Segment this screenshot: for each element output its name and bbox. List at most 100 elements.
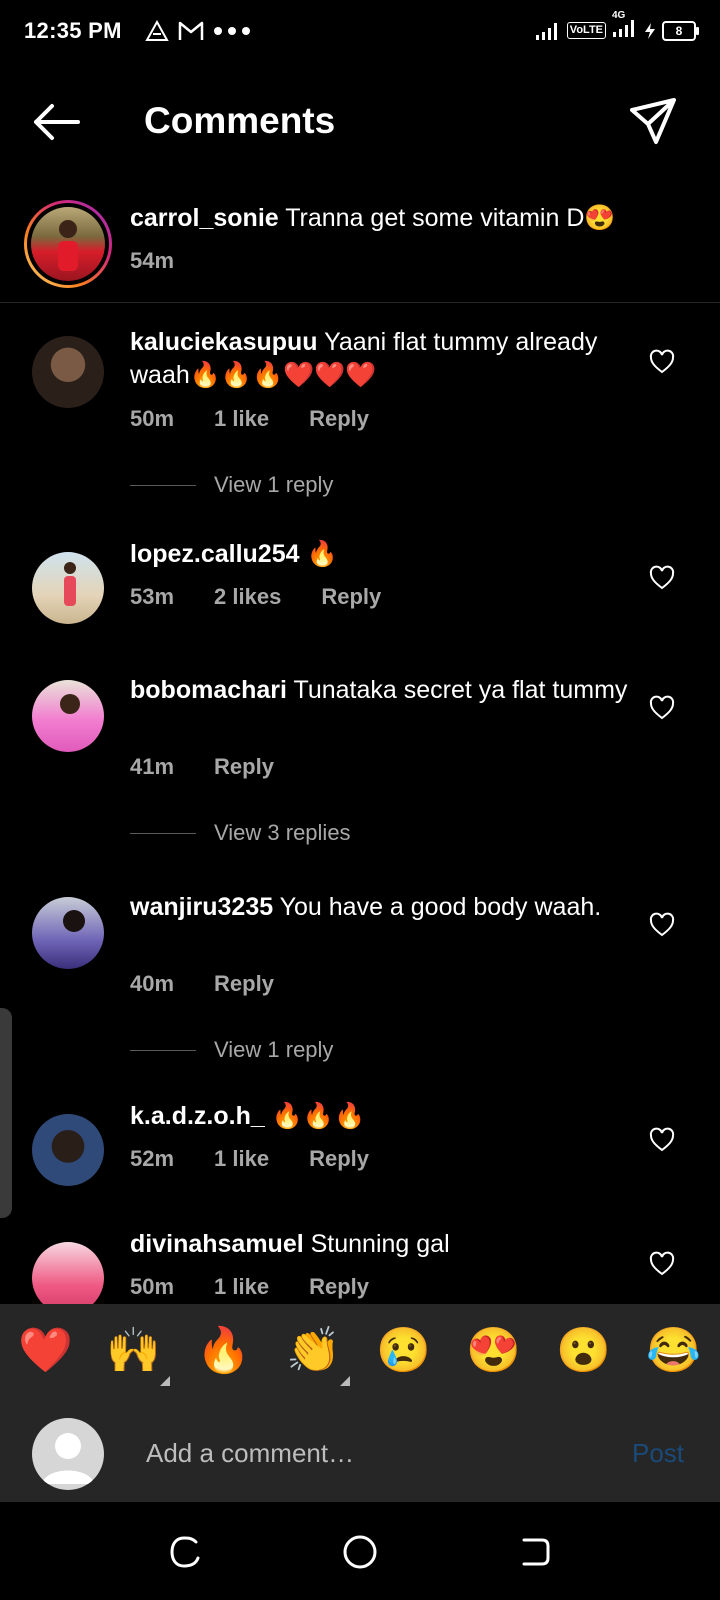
comment-composer: Post xyxy=(0,1402,720,1502)
caption-username[interactable]: carrol_sonie xyxy=(130,204,279,232)
avatar[interactable] xyxy=(31,207,105,281)
comment-item: divinahsamuel Stunning gal 50m 1 like Re… xyxy=(0,1230,720,1304)
signal-4g-icon xyxy=(613,20,634,37)
comment-meta: 41m Reply xyxy=(130,754,274,780)
signal-icon xyxy=(535,22,557,40)
comment-meta: 52m 1 like Reply xyxy=(130,1146,369,1172)
avatar[interactable] xyxy=(32,1114,104,1186)
heart-icon[interactable] xyxy=(648,564,676,592)
reply-button[interactable]: Reply xyxy=(321,584,381,610)
reply-button[interactable]: Reply xyxy=(214,754,274,780)
replies-divider xyxy=(130,832,196,834)
battery-level: 8 xyxy=(675,23,683,38)
avatar[interactable] xyxy=(32,1242,104,1304)
comment-text: wanjiru3235 You have a good body waah. xyxy=(130,891,630,924)
emoji-button[interactable]: 😮 xyxy=(556,1326,611,1376)
comment-time: 41m xyxy=(130,754,175,779)
caption-avatar-ring[interactable] xyxy=(24,200,112,288)
comment-body: 🔥 xyxy=(306,540,338,568)
comment-text: bobomachari Tunataka secret ya flat tumm… xyxy=(130,674,630,707)
avatar-figure xyxy=(58,220,78,271)
edge-panel-handle[interactable] xyxy=(0,1008,12,1218)
charging-icon xyxy=(645,22,655,39)
comment-meta: 50m 1 like Reply xyxy=(130,406,369,432)
comment-body: Tunataka secret ya flat tummy xyxy=(293,676,628,704)
comment-time: 53m xyxy=(130,584,175,609)
reply-button[interactable]: Reply xyxy=(214,971,274,997)
heart-icon[interactable] xyxy=(648,911,676,939)
quick-emoji-bar: ❤️ 🙌 🔥 👏 😢 😍 😮 😂 xyxy=(0,1304,720,1402)
heart-icon[interactable] xyxy=(648,694,676,722)
avatar-figure xyxy=(64,562,76,606)
recent-apps-icon[interactable] xyxy=(166,1532,206,1572)
comment-time: 50m xyxy=(130,406,175,431)
post-button[interactable]: Post xyxy=(632,1438,684,1469)
user-avatar xyxy=(32,1418,104,1490)
avatar[interactable] xyxy=(32,680,104,752)
comment-likes[interactable]: 1 like xyxy=(214,406,269,432)
comment-likes[interactable]: 2 likes xyxy=(214,584,281,610)
status-time: 12:35 PM xyxy=(24,18,122,43)
comment-text: lopez.callu254 🔥 xyxy=(130,538,630,571)
comment-time: 50m xyxy=(130,1274,175,1299)
caption-time: 54m xyxy=(130,248,175,273)
comment-input[interactable] xyxy=(144,1432,578,1474)
caption-body: Tranna get some vitamin D😍 xyxy=(285,204,616,232)
page-title: Comments xyxy=(144,100,336,141)
comment-body: Stunning gal xyxy=(310,1230,450,1258)
comment-text: kaluciekasupuu Yaani flat tummy already … xyxy=(130,326,630,392)
avatar[interactable] xyxy=(32,897,104,969)
back-arrow-icon[interactable] xyxy=(28,100,84,144)
comment-username[interactable]: bobomachari xyxy=(130,676,287,704)
comment-likes[interactable]: 1 like xyxy=(214,1274,269,1300)
comment-username[interactable]: k.a.d.z.o.h_ xyxy=(130,1102,265,1130)
view-replies-button[interactable]: View 1 reply xyxy=(130,472,333,498)
emoji-button[interactable]: 👏 xyxy=(286,1326,341,1376)
replies-divider xyxy=(130,484,196,486)
caption-meta: 54m xyxy=(130,248,174,274)
paper-plane-icon[interactable] xyxy=(626,94,680,148)
skin-tone-indicator xyxy=(340,1376,350,1386)
emoji-button[interactable]: 😂 xyxy=(646,1326,701,1376)
notification-icons xyxy=(145,20,253,42)
emoji-button[interactable]: 😍 xyxy=(466,1326,521,1376)
reply-button[interactable]: Reply xyxy=(309,406,369,432)
post-caption: carrol_sonie Tranna get some vitamin D😍 … xyxy=(0,196,720,303)
comment-username[interactable]: lopez.callu254 xyxy=(130,540,300,568)
avatar-figure xyxy=(60,694,80,714)
comment-username[interactable]: wanjiru3235 xyxy=(130,893,273,921)
home-icon[interactable] xyxy=(340,1532,380,1572)
back-nav-icon[interactable] xyxy=(514,1532,554,1572)
comment-text: divinahsamuel Stunning gal xyxy=(130,1230,630,1261)
emoji-button[interactable]: ❤️ xyxy=(18,1326,73,1376)
view-replies-label: View 1 reply xyxy=(214,1037,334,1062)
heart-icon[interactable] xyxy=(648,348,676,376)
comment-likes[interactable]: 1 like xyxy=(214,1146,269,1172)
network-type-label: 4G xyxy=(612,10,626,21)
triangle-app-icon xyxy=(145,20,169,41)
header: Comments xyxy=(0,70,720,170)
heart-icon[interactable] xyxy=(648,1126,676,1154)
heart-icon[interactable] xyxy=(648,1250,676,1278)
emoji-button[interactable]: 🙌 xyxy=(106,1326,161,1376)
skin-tone-indicator xyxy=(160,1376,170,1386)
view-replies-label: View 1 reply xyxy=(214,472,334,497)
volte-indicator: VoLTE xyxy=(566,22,606,39)
avatar-figure xyxy=(63,910,85,932)
reply-button[interactable]: Reply xyxy=(309,1274,369,1300)
avatar[interactable] xyxy=(32,552,104,624)
avatar[interactable] xyxy=(32,336,104,408)
view-replies-button[interactable]: View 3 replies xyxy=(130,820,351,846)
emoji-button[interactable]: 😢 xyxy=(376,1326,431,1376)
comment-username[interactable]: divinahsamuel xyxy=(130,1230,304,1258)
comment-time: 52m xyxy=(130,1146,175,1171)
view-replies-button[interactable]: View 1 reply xyxy=(130,1037,333,1063)
comment-meta: 40m Reply xyxy=(130,971,274,997)
comment-meta: 50m 1 like Reply xyxy=(130,1274,369,1300)
reply-button[interactable]: Reply xyxy=(309,1146,369,1172)
comment-text: k.a.d.z.o.h_ 🔥🔥🔥 xyxy=(130,1100,630,1133)
system-status-icons: VoLTE 4G 8 xyxy=(535,10,699,43)
emoji-button[interactable]: 🔥 xyxy=(196,1326,251,1376)
comment-username[interactable]: kaluciekasupuu xyxy=(130,328,318,356)
comment-meta: 53m 2 likes Reply xyxy=(130,584,381,610)
